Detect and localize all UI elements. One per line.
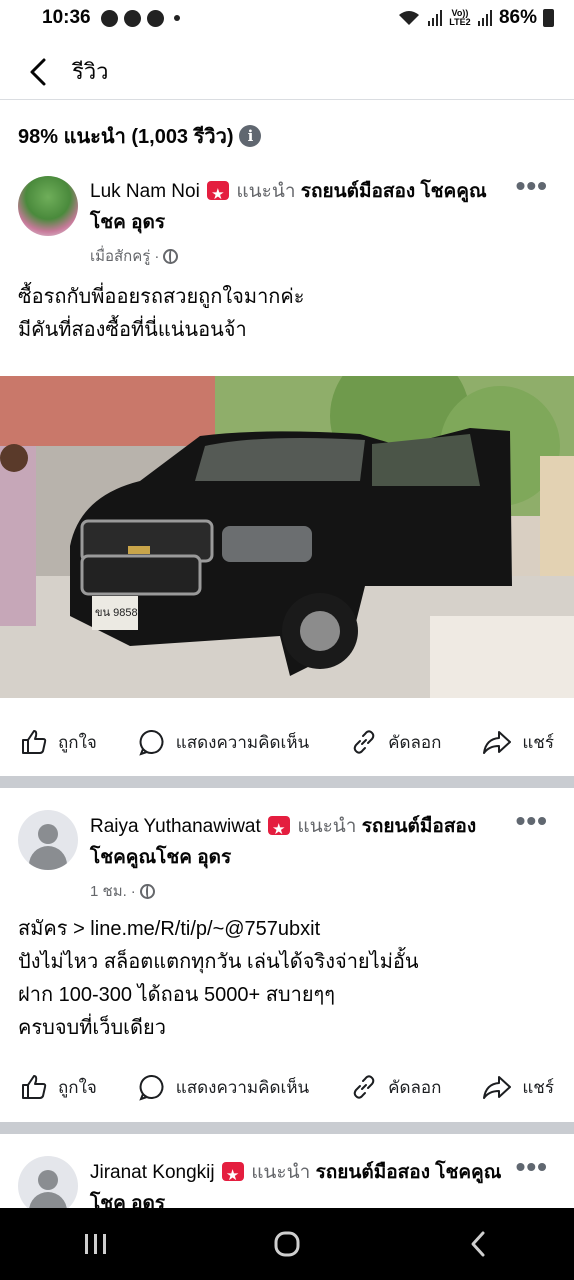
review-text: สมัคร > line.me/R/ti/p/~@757ubxit ปังไม่… [18,918,419,1039]
header: รีวิว [0,44,574,100]
page-title: รีวิว [72,59,109,84]
share-button[interactable]: แชร์ [482,728,554,756]
status-time: 10:36 [42,7,91,28]
like-button[interactable]: ถูกใจ [20,728,97,756]
default-avatar-head [38,824,58,844]
recommends-label: แนะนำ [297,816,357,837]
status-bar: 10:36 Vo)) LTE2 86% [0,0,574,36]
globe-icon [139,883,155,899]
review-header: Luk Nam Noi แนะนำ รถยนต์มือสอง โชคคูณโชค… [90,176,510,238]
review-meta: เมื่อสักครู่ · [90,244,179,268]
like-button[interactable]: ถูกใจ [20,1073,97,1101]
avatar[interactable] [18,176,78,236]
battery-icon [543,9,554,27]
line-notification-icon [146,9,164,27]
reviewer-name[interactable]: Raiya Yuthanawiwat [90,816,261,837]
home-button[interactable] [257,1219,317,1269]
reviewer-name[interactable]: Luk Nam Noi [90,181,200,202]
recent-apps-button[interactable] [66,1219,126,1269]
back-arrow-icon [471,1231,485,1257]
share-label: แชร์ [522,1077,554,1097]
recommend-badge-icon [221,1160,244,1191]
meta-separator: · [154,247,160,265]
share-label: แชร์ [522,732,554,752]
recommend-badge-icon [207,179,230,210]
section-divider [0,1122,574,1134]
review-actions: ถูกใจ แสดงความคิดเห็น คัดลอก แชร์ [0,722,574,762]
comment-label: แสดงความคิดเห็น [175,732,310,752]
copy-link-button[interactable]: คัดลอก [350,1073,441,1101]
section-divider [0,776,574,788]
facebook-notification-icon [100,9,118,27]
system-back-button[interactable] [448,1219,508,1269]
wifi-icon [398,11,419,25]
share-arrow-icon [483,1076,512,1099]
recent-apps-icon [84,1234,106,1254]
review-header: Raiya Yuthanawiwat แนะนำ รถยนต์มือสอง โช… [90,811,510,873]
more-options-button[interactable]: ••• [516,1153,548,1181]
chevron-left-icon [30,58,46,85]
share-button[interactable]: แชร์ [482,1073,554,1101]
default-avatar-body [29,846,67,870]
comment-button[interactable]: แสดงความคิดเห็น [138,1073,309,1101]
review-meta: 1 ชม. · [90,879,155,903]
avatar[interactable] [18,810,78,870]
comment-bubble-icon [139,729,164,756]
link-icon [353,1075,375,1099]
reviewer-name[interactable]: Jiranat Kongkij [90,1162,215,1183]
like-label: ถูกใจ [58,1077,97,1097]
back-button[interactable] [18,52,58,92]
messenger-notification-icon [123,9,141,27]
rating-summary-text: 98% แนะนำ (1,003 รีวิว) [18,126,234,148]
recommend-badge-icon [268,814,291,845]
comment-bubble-icon [139,1074,164,1101]
review-photo[interactable]: ขน 9858 [0,376,574,698]
recommends-label: แนะนำ [236,181,296,202]
thumbs-up-icon [22,730,47,754]
more-options-button[interactable]: ••• [516,172,548,200]
globe-icon [163,248,179,264]
comment-button[interactable]: แสดงความคิดเห็น [138,728,309,756]
network-label: Vo)) LTE2 [449,8,471,27]
license-plate: ขน 9858 [95,607,138,619]
link-icon [353,730,375,754]
home-circle-icon [274,1231,300,1257]
review-actions: ถูกใจ แสดงความคิดเห็น คัดลอก แชร์ [0,1067,574,1107]
info-icon[interactable]: i [239,125,262,147]
meta-separator: · [130,882,136,900]
review-time[interactable]: 1 ชม. [90,879,127,903]
review-time[interactable]: เมื่อสักครู่ [90,244,150,268]
status-right: Vo)) LTE2 86% [397,7,554,29]
copy-label: คัดลอก [388,1077,442,1097]
more-notifications-dot-icon [173,15,180,21]
system-nav-bar [0,1208,574,1280]
like-label: ถูกใจ [58,732,97,752]
comment-label: แสดงความคิดเห็น [175,1077,310,1097]
signal-icon [427,10,442,26]
recommends-label: แนะนำ [251,1162,311,1183]
rating-summary: 98% แนะนำ (1,003 รีวิว) i [18,120,262,152]
thumbs-up-icon [22,1075,47,1099]
copy-label: คัดลอก [388,732,442,752]
share-arrow-icon [483,731,512,754]
car-photo-illustration: ขน 9858 [0,376,574,698]
review-text: ซื้อรถกับพี่ออยรถสวยถูกใจมากค่ะ มีคันที่… [18,286,305,341]
battery-percent: 86% [498,7,537,28]
signal-icon-2 [477,10,492,26]
default-avatar-head [38,1170,58,1190]
copy-link-button[interactable]: คัดลอก [350,728,441,756]
more-options-button[interactable]: ••• [516,807,548,835]
avatar[interactable] [18,1156,78,1216]
